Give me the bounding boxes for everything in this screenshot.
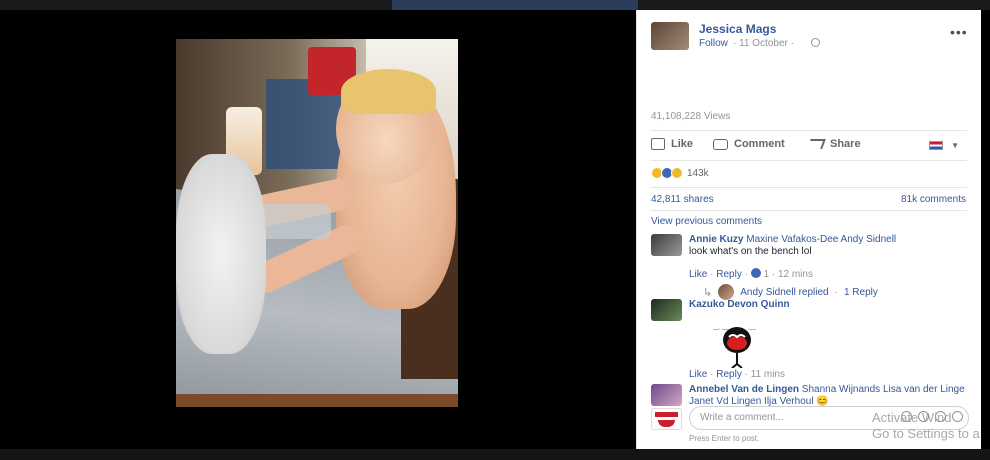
post-photo[interactable] [176,39,458,407]
comment-reply-link[interactable]: Reply [716,269,742,280]
comment-time[interactable]: 11 mins [751,369,785,380]
avatar[interactable] [651,299,682,321]
press-enter-hint: Press Enter to post. [689,434,760,443]
avatar[interactable] [651,234,682,256]
like-button[interactable]: Like [651,138,693,150]
share-count[interactable]: 42,811 shares [651,194,714,205]
comment-button[interactable]: Comment [713,138,785,150]
comment-meta: Like · Reply · 1 · 12 mins [689,268,813,280]
divider [651,187,967,188]
reaction-summary[interactable]: 143k [651,167,709,179]
divider [651,160,967,161]
globe-icon [811,38,820,47]
like-reaction-icon [750,268,761,278]
reply-arrow-icon: ↳ [703,286,713,299]
follow-link[interactable]: Follow [699,38,728,49]
avatar[interactable] [651,384,682,406]
author-name[interactable]: Jessica Mags [699,22,776,36]
comment-time[interactable]: 12 mins [778,269,813,280]
svg-text:‿ ‿: ‿ ‿ [713,321,729,330]
bottom-bar [0,449,990,460]
view-previous-comments-link[interactable]: View previous comments [651,216,762,227]
flag-icon[interactable] [929,141,943,150]
post-sidebar: Jessica Mags Follow · 11 October · ••• 4… [636,10,981,449]
divider [651,210,967,211]
reply-summary[interactable]: ↳ Andy Sidnell replied · 1 Reply [703,284,878,300]
comment-tags[interactable]: Maxine Vafakos-Dee Andy Sidnell [746,234,896,245]
activate-windows-watermark: Activate Wind Go to Settings to a [872,410,980,441]
top-bar [0,0,990,10]
comment-icon [713,138,728,150]
comment-author[interactable]: Annebel Van de Lingen [689,384,799,395]
comment-reaction-count: 1 [763,269,770,280]
post-date[interactable]: · 11 October · [733,38,794,49]
comment-like-link[interactable]: Like [689,269,707,280]
comment-text: look what's on the bench lol [689,246,812,257]
comment-author[interactable]: Annie Kuzy [689,234,743,245]
svg-text:‿: ‿ [748,321,756,330]
sad-reaction-icon [671,167,683,179]
avatar [651,408,682,430]
more-options-icon[interactable]: ••• [950,24,968,40]
thumbs-up-icon [651,138,665,150]
author-avatar[interactable] [651,22,689,50]
divider [651,130,967,131]
chevron-down-icon[interactable]: ▼ [951,141,959,150]
avatar [718,284,735,300]
action-bar: Like Comment Share ▼ [651,138,967,154]
comment-reply-link[interactable]: Reply [716,369,742,380]
share-icon [807,139,826,149]
comment-author[interactable]: Kazuko Devon Quinn [689,299,790,310]
view-count: 41,108,228 Views [651,111,731,122]
reaction-count: 143k [687,167,709,179]
laughing-sticker-icon: ‿ ‿ ‿ [713,321,756,368]
facebook-photo-viewer: Jessica Mags Follow · 11 October · ••• 4… [0,0,990,460]
comment-count[interactable]: 81k comments [901,194,966,205]
comment-like-link[interactable]: Like [689,369,707,380]
share-button[interactable]: Share [807,138,861,150]
comment-meta: Like · Reply · 11 mins [689,369,785,380]
